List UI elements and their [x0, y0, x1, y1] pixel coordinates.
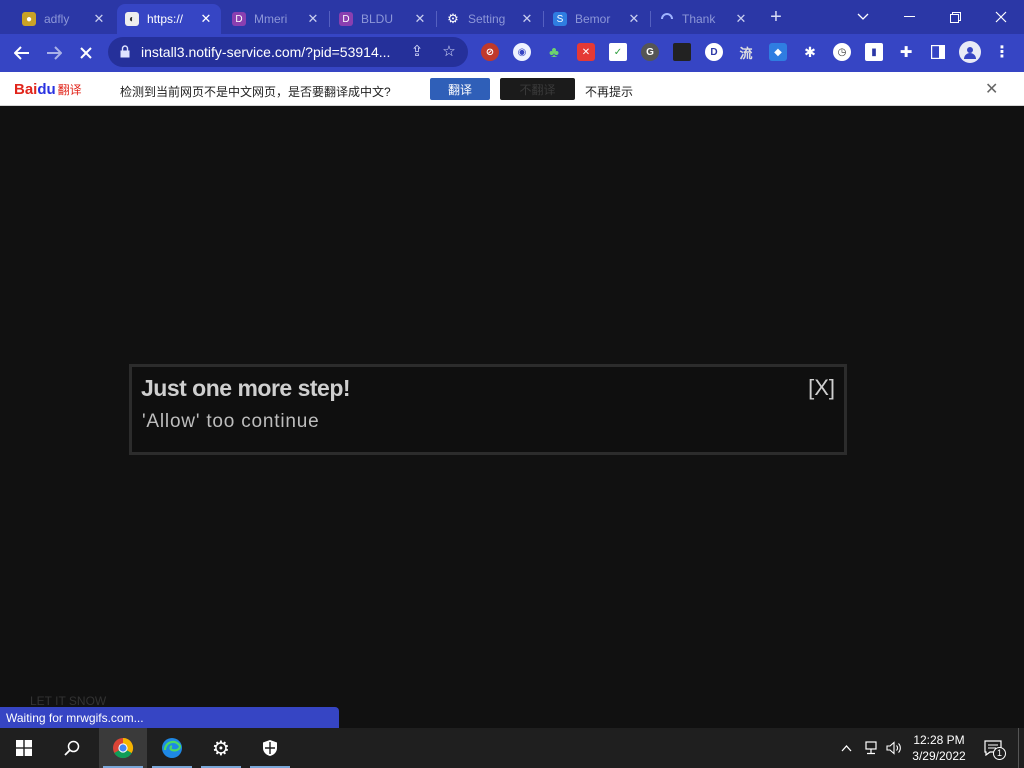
tab-bemor[interactable]: S Bemor ✕ — [545, 4, 649, 34]
tab-label: https:// — [147, 12, 184, 26]
tab-close-icon[interactable]: ✕ — [627, 11, 641, 27]
bee-icon: ● — [22, 12, 36, 26]
page-content: Just one more step! 'Allow' too continue… — [0, 106, 1024, 728]
baidu-logo-translate: 翻译 — [57, 83, 82, 97]
system-clock[interactable]: 12:28 PM 3/29/2022 — [900, 732, 978, 764]
share-icon[interactable]: ⇪ — [408, 43, 426, 61]
extension-block-icon[interactable]: ⊘ — [481, 43, 499, 61]
d-logo-icon: D — [339, 12, 353, 26]
baidu-logo-du: du — [37, 81, 56, 98]
search-icon[interactable] — [48, 728, 96, 768]
bookmark-star-icon[interactable]: ☆ — [440, 43, 458, 61]
gear-icon: ⚙ — [447, 11, 459, 26]
never-show-link[interactable]: 不再提示 — [585, 83, 633, 100]
restore-icon[interactable] — [932, 0, 978, 34]
permission-dialog: Just one more step! 'Allow' too continue… — [129, 364, 847, 455]
lock-icon[interactable] — [120, 45, 130, 63]
tab-close-icon[interactable]: ✕ — [734, 11, 748, 27]
new-tab-plus-icon[interactable]: + — [764, 6, 788, 28]
tab-separator — [543, 11, 544, 27]
settings-gear-icon[interactable]: ⚙ — [197, 728, 245, 768]
translate-bar: Baidu 翻译 检测到当前网页不是中文网页，是否要翻译成中文? 翻译 不翻译 不… — [0, 72, 1024, 106]
browser-toolbar: install3.notify-service.com/?pid=53914..… — [0, 34, 1024, 72]
tab-close-icon[interactable]: ✕ — [413, 11, 427, 27]
tab-label: Mmeri — [254, 12, 288, 26]
windows-taskbar: ⚙ 12:28 PM 3/29/2022 1 — [0, 728, 1024, 768]
tab-thank[interactable]: Thank ✕ — [652, 4, 756, 34]
baidu-translate-logo: Baidu 翻译 — [14, 81, 82, 98]
extension-red-badge-icon[interactable]: ✕ — [577, 43, 595, 61]
network-icon[interactable] — [861, 728, 881, 768]
tab-settings[interactable]: ⚙ Setting ✕ — [438, 4, 542, 34]
minimize-icon[interactable] — [886, 0, 932, 34]
tray-chevron-up-icon[interactable] — [838, 728, 854, 768]
tab-separator — [329, 11, 330, 27]
stop-loading-icon[interactable] — [72, 39, 100, 67]
extension-d-icon[interactable]: D — [705, 43, 723, 61]
notification-count-badge: 1 — [993, 747, 1006, 760]
s-logo-icon: S — [553, 12, 567, 26]
back-arrow-icon[interactable] — [8, 39, 36, 67]
tab-mmeri[interactable]: D Mmeri ✕ — [224, 4, 328, 34]
status-bar: Waiting for mrwgifs.com... — [0, 707, 339, 728]
extension-blue-icon[interactable]: ◆ — [769, 43, 787, 61]
edge-taskbar-icon[interactable] — [148, 728, 196, 768]
clock-time: 12:28 PM — [913, 733, 965, 747]
notification-center-icon[interactable]: 1 — [980, 728, 1006, 768]
profile-avatar-icon[interactable] — [959, 41, 981, 63]
tab-close-icon[interactable]: ✕ — [199, 11, 213, 27]
d-logo-icon: D — [232, 12, 246, 26]
tab-adfly[interactable]: ● adfly ✕ — [14, 4, 114, 34]
tab-separator — [436, 11, 437, 27]
extension-liu-icon[interactable]: 流 — [737, 43, 755, 61]
close-translate-bar-icon[interactable]: ✕ — [985, 79, 998, 99]
footer-text: LET IT SNOW — [30, 694, 107, 708]
tab-label: Setting — [468, 12, 506, 26]
tab-close-icon[interactable]: ✕ — [306, 11, 320, 27]
tab-search-chevron-icon[interactable] — [840, 0, 886, 34]
loading-spinner-icon — [660, 12, 674, 26]
extension-book-icon[interactable]: ▮ — [865, 43, 883, 61]
bug-icon[interactable]: ✱ — [801, 43, 819, 61]
clock-date: 3/29/2022 — [912, 749, 966, 763]
dialog-close-button[interactable]: [X] — [808, 375, 835, 401]
translate-button[interactable]: 翻译 — [430, 78, 490, 100]
side-panel-icon[interactable] — [929, 43, 947, 61]
tab-close-icon[interactable]: ✕ — [520, 11, 534, 27]
windows-security-shield-icon[interactable] — [246, 728, 294, 768]
tab-label: Thank — [682, 12, 716, 26]
extension-check-icon[interactable]: ✓ — [609, 43, 627, 61]
dialog-title: Just one more step! — [141, 375, 351, 401]
chrome-taskbar-icon[interactable] — [99, 728, 147, 768]
site-icon: ◐ — [125, 12, 139, 26]
extension-circle-icon[interactable]: ◉ — [513, 43, 531, 61]
address-bar[interactable]: install3.notify-service.com/?pid=53914..… — [108, 37, 468, 67]
show-desktop-divider[interactable] — [1018, 728, 1019, 768]
close-window-icon[interactable] — [978, 0, 1024, 34]
tab-separator — [650, 11, 651, 27]
translate-message: 检测到当前网页不是中文网页，是否要翻译成中文? — [120, 85, 391, 99]
extension-g-icon[interactable]: G — [641, 43, 659, 61]
url-text[interactable]: install3.notify-service.com/?pid=53914..… — [141, 44, 390, 60]
tab-label: Bemor — [575, 12, 611, 26]
tab-bldu[interactable]: D BLDU ✕ — [331, 4, 435, 34]
baidu-logo-bai: Bai — [14, 81, 38, 98]
dialog-subtitle: 'Allow' too continue — [142, 411, 320, 432]
puzzle-extensions-icon[interactable]: ✚ — [897, 43, 915, 61]
no-translate-button[interactable]: 不翻译 — [500, 78, 575, 100]
menu-kebab-icon[interactable]: ⋮ — [993, 43, 1011, 61]
tab-label: adfly — [44, 12, 70, 26]
extension-tree-icon[interactable]: ♣ — [545, 43, 563, 61]
clock-icon[interactable]: ◷ — [833, 43, 851, 61]
forward-arrow-icon[interactable] — [40, 39, 68, 67]
tab-close-icon[interactable]: ✕ — [92, 11, 106, 27]
tab-label: BLDU — [361, 12, 394, 26]
tab-strip: ● adfly ✕ ◐ https:// ✕ D Mmeri ✕ D BLDU … — [0, 0, 1024, 34]
windows-start-icon[interactable] — [0, 728, 48, 768]
extension-dark-square-icon[interactable] — [673, 43, 691, 61]
tab-active-install[interactable]: ◐ https:// ✕ — [117, 4, 221, 34]
